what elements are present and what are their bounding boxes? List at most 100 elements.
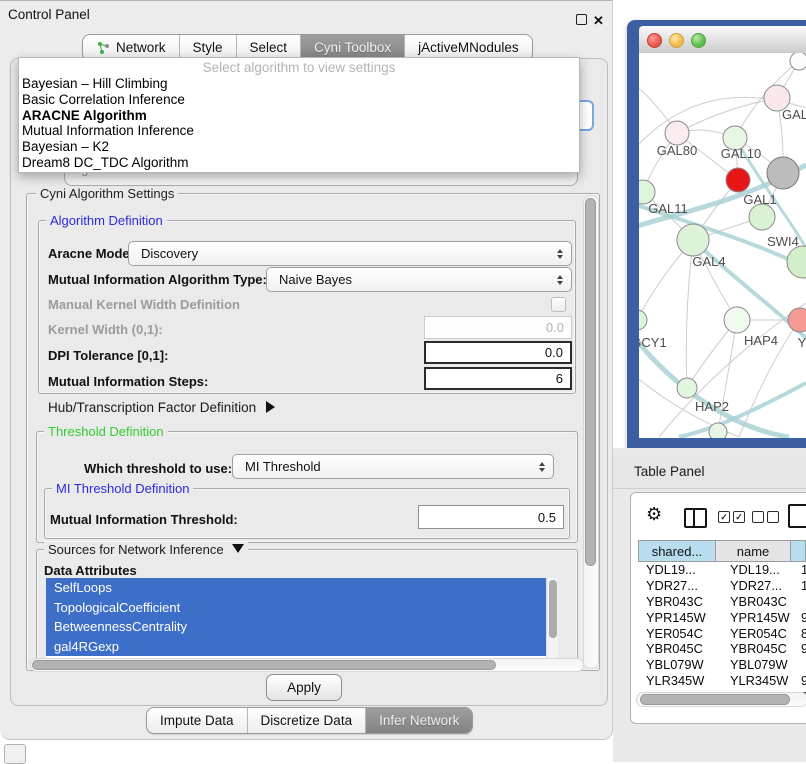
cell-shared[interactable]: YBL079W — [638, 657, 722, 672]
table-row[interactable]: YDR27...YDR27...12 — [638, 578, 806, 594]
mi-steps-input[interactable]: 6 — [424, 367, 572, 390]
cyni-bottom-tabs: Impute Data Discretize Data Infer Networ… — [146, 707, 473, 734]
deselect-all-icon[interactable] — [752, 511, 764, 523]
table-row[interactable]: YER054CYER054C8. — [638, 625, 806, 641]
list-item[interactable]: gal4RGexp — [46, 637, 558, 657]
network-node-gal80[interactable] — [665, 121, 689, 145]
algorithm-option[interactable]: Basic Correlation Inference — [19, 92, 579, 108]
tab-select-label: Select — [250, 40, 288, 55]
hub-definition-toggle[interactable]: Hub/Transcription Factor Definition — [48, 400, 275, 415]
select-all-icon[interactable]: ✓ — [733, 511, 745, 523]
data-attributes-label: Data Attributes — [44, 563, 137, 578]
dpi-tolerance-input[interactable]: 0.0 — [424, 341, 572, 364]
network-node[interactable] — [790, 53, 806, 70]
list-item[interactable]: TopologicalCoefficient — [46, 598, 558, 618]
settings-hscroll-thumb[interactable] — [32, 660, 496, 670]
minimize-window-icon[interactable] — [669, 33, 684, 48]
cell-value[interactable]: 9. — [796, 673, 806, 688]
table-row[interactable]: YPR145WYPR145W9. — [638, 609, 806, 625]
list-item[interactable]: SelfLoops — [46, 578, 558, 598]
mi-algorithm-type-select[interactable]: Naive Bayes — [266, 267, 572, 292]
cell-value[interactable]: 12 — [796, 578, 806, 593]
network-node-gcy1[interactable] — [639, 310, 647, 330]
table-row[interactable]: YBL079WYBL079W — [638, 657, 806, 673]
list-item[interactable]: BetweennessCentrality — [46, 617, 558, 637]
split-columns-icon[interactable] — [684, 508, 707, 528]
network-node-hap4[interactable] — [724, 307, 750, 333]
scrollbar-thumb[interactable] — [549, 580, 557, 638]
network-node[interactable] — [709, 423, 727, 438]
aracne-mode-value: Discovery — [141, 246, 198, 261]
cell-shared[interactable]: YDL19... — [638, 562, 722, 577]
network-node-hap2[interactable] — [677, 378, 697, 398]
select-all-icon[interactable]: ✓ — [718, 511, 730, 523]
cell-value[interactable]: 9. — [796, 641, 806, 656]
zoom-window-icon[interactable] — [691, 33, 706, 48]
aracne-mode-select[interactable]: Discovery — [128, 241, 572, 266]
settings-vscroll-thumb[interactable] — [585, 198, 596, 566]
cell-shared[interactable]: YPR145W — [638, 610, 722, 625]
close-window-icon[interactable] — [647, 33, 662, 48]
table-row[interactable]: YDL19...YDL19...13 — [638, 562, 806, 578]
table-row[interactable]: YLR345WYLR345W9. — [638, 673, 806, 689]
node-label: GCY1 — [639, 335, 667, 350]
cell-name[interactable]: YBR045C — [722, 641, 796, 656]
cell-shared[interactable]: YBR043C — [638, 594, 722, 609]
cell-name[interactable]: YER054C — [722, 626, 796, 641]
apply-button[interactable]: Apply — [266, 674, 342, 701]
cell-name[interactable]: YBR043C — [722, 594, 796, 609]
network-node-swi4[interactable] — [787, 246, 806, 278]
cell-shared[interactable]: YDR27... — [638, 578, 722, 593]
cell-name[interactable]: YBL079W — [722, 657, 796, 672]
algorithm-option[interactable]: Mutual Information Inference — [19, 123, 579, 139]
algorithm-option-selected[interactable]: ARACNE Algorithm — [19, 108, 579, 124]
gear-icon[interactable]: ⚙ — [646, 504, 662, 525]
cell-name[interactable]: YDL19... — [722, 562, 796, 577]
node-label: GAL4 — [692, 254, 725, 269]
kernel-width-label: Kernel Width (0,1): — [48, 322, 163, 337]
algorithm-option[interactable]: Bayesian – K2 — [19, 139, 579, 155]
column-header-name[interactable]: name — [716, 540, 791, 562]
algorithm-option[interactable]: Bayesian – Hill Climbing — [19, 76, 579, 92]
which-threshold-select[interactable]: MI Threshold — [232, 454, 554, 479]
table-hscroll-thumb[interactable] — [640, 694, 790, 705]
tab-discretize-data[interactable]: Discretize Data — [247, 708, 366, 733]
column-header[interactable] — [791, 540, 806, 562]
table-row[interactable]: YBR045CYBR045C9. — [638, 641, 806, 657]
cell-name[interactable]: YPR145W — [722, 610, 796, 625]
mi-threshold-input[interactable]: 0.5 — [418, 505, 564, 529]
network-canvas[interactable]: GAL GAL80 GAL10 GAL1 GAL11 SWI4 GAL4 GCY… — [639, 53, 806, 438]
export-table-icon[interactable] — [788, 504, 806, 528]
tab-style-label: Style — [193, 40, 223, 55]
cell-value[interactable]: 9. — [796, 610, 806, 625]
cell-name[interactable]: YDR27... — [722, 578, 796, 593]
float-panel-icon[interactable] — [576, 14, 587, 25]
kernel-width-input[interactable]: 0.0 — [424, 316, 572, 339]
cell-shared[interactable]: YBR045C — [638, 641, 722, 656]
cell-value[interactable]: 8. — [796, 626, 806, 641]
deselect-all-icon[interactable] — [767, 511, 779, 523]
tab-infer-network[interactable]: Infer Network — [365, 708, 472, 733]
node-label: GAL1 — [743, 192, 776, 207]
algorithm-option[interactable]: Dream8 DC_TDC Algorithm — [19, 155, 579, 171]
cell-shared[interactable]: YLR345W — [638, 673, 722, 688]
tab-impute-data[interactable]: Impute Data — [147, 708, 247, 733]
column-header-shared[interactable]: shared... — [638, 540, 716, 562]
cell-name[interactable]: YLR345W — [722, 673, 796, 688]
network-node-selected[interactable] — [726, 168, 750, 192]
network-node-salmon[interactable] — [788, 308, 806, 332]
network-node-gray[interactable] — [767, 157, 799, 189]
network-edges — [639, 61, 806, 437]
network-window-titlebar[interactable] — [639, 26, 806, 54]
which-threshold-value: MI Threshold — [245, 459, 321, 474]
close-panel-icon[interactable]: ✕ — [593, 7, 604, 35]
sources-toggle[interactable]: Sources for Network Inference — [44, 542, 248, 557]
manual-kernel-width-checkbox[interactable] — [551, 297, 566, 312]
collapse-panel-button[interactable] — [4, 744, 26, 764]
network-node-gal4[interactable] — [677, 224, 709, 256]
network-node-gal1[interactable] — [749, 204, 775, 230]
cell-value[interactable]: 13 — [796, 562, 806, 577]
cell-shared[interactable]: YER054C — [638, 626, 722, 641]
list-vertical-scrollbar[interactable] — [546, 578, 558, 658]
table-row[interactable]: YBR043CYBR043C — [638, 594, 806, 610]
